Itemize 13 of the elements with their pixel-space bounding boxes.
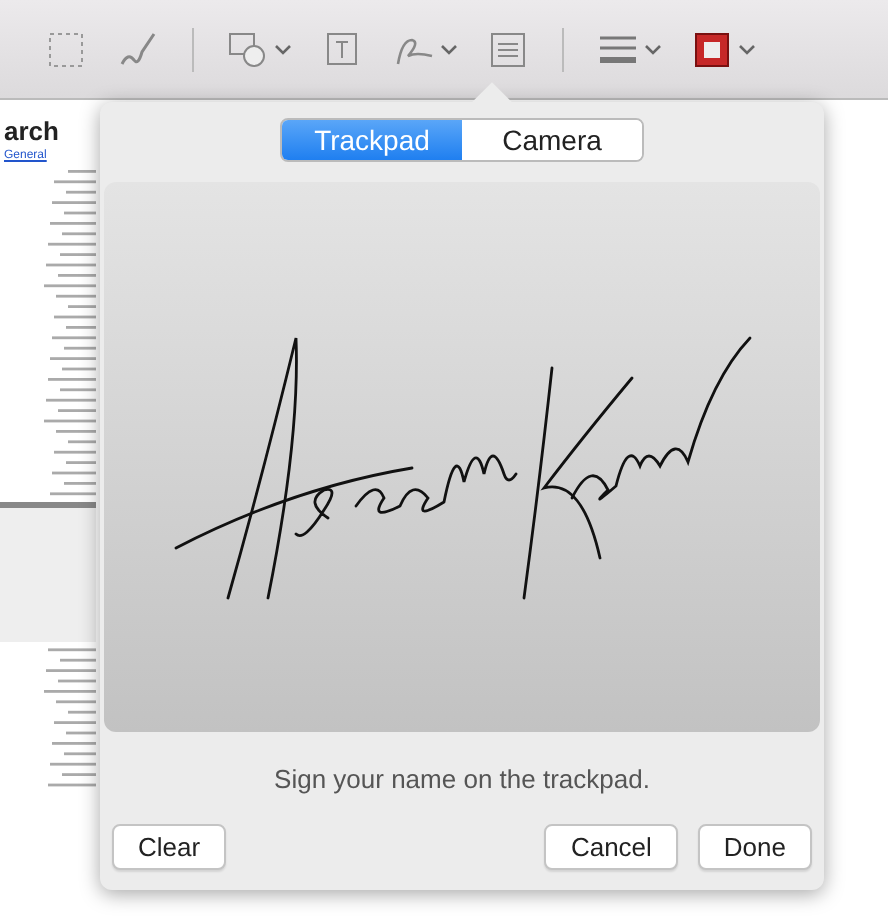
cancel-button[interactable]: Cancel — [544, 824, 678, 870]
chevron-icon — [644, 43, 662, 55]
instruction-text: Sign your name on the trackpad. — [274, 764, 650, 794]
chevron-icon — [274, 43, 292, 55]
note-icon — [486, 27, 530, 71]
shapes-icon — [226, 27, 270, 71]
chevron-icon — [440, 43, 458, 55]
selection-icon — [44, 27, 88, 71]
border-color-icon — [690, 27, 734, 71]
chevron-icon — [738, 43, 756, 55]
clear-button[interactable]: Clear — [112, 824, 227, 870]
done-button[interactable]: Done — [697, 824, 812, 870]
document-heading: arch — [4, 116, 61, 146]
